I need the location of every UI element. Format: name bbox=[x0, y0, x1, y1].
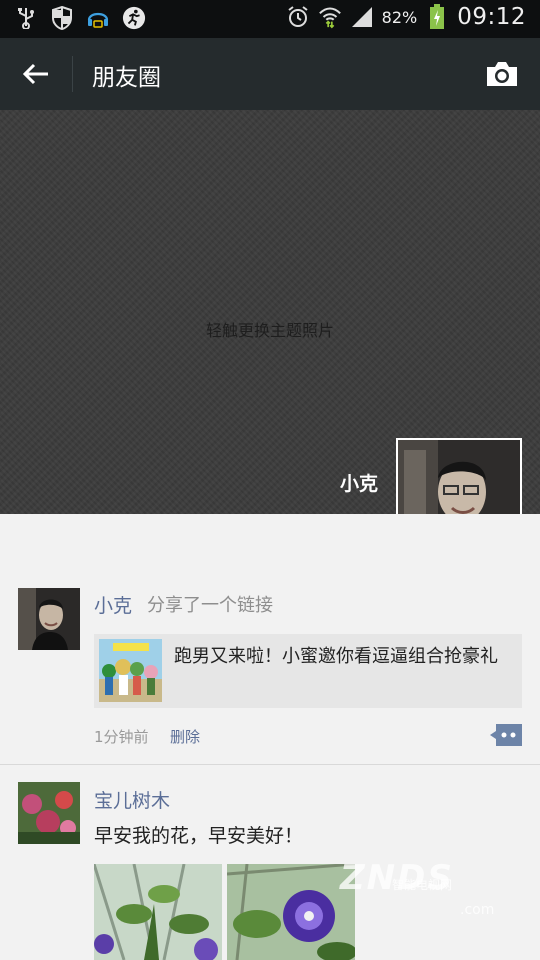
avatar-photo bbox=[18, 588, 80, 650]
battery-icon bbox=[425, 4, 449, 29]
headset-icon bbox=[86, 6, 110, 30]
status-bar: 82% 09:12 bbox=[0, 0, 540, 38]
shield-icon bbox=[50, 6, 74, 30]
moments-feed: 小克 分享了一个链接 跑男又来啦！小蜜邀你看逗逼组合抢豪礼 1分钟前 删除 宝儿… bbox=[0, 514, 540, 960]
link-thumbnail bbox=[99, 639, 162, 702]
post-divider bbox=[0, 764, 540, 765]
camera-button[interactable] bbox=[482, 54, 522, 94]
status-bar-left bbox=[14, 6, 146, 30]
link-title: 跑男又来啦！小蜜邀你看逗逼组合抢豪礼 bbox=[174, 646, 498, 667]
title-divider bbox=[72, 56, 73, 92]
arrow-left-icon bbox=[22, 63, 48, 85]
watermark-domain: .com bbox=[460, 902, 495, 918]
avatar-photo bbox=[18, 782, 80, 844]
comment-dots-icon bbox=[490, 724, 522, 746]
runner-icon bbox=[122, 6, 146, 30]
status-bar-right: 82% 09:12 bbox=[286, 4, 526, 30]
comment-button[interactable] bbox=[490, 724, 522, 746]
post-author[interactable]: 小克 bbox=[94, 591, 132, 618]
title-bar: 朋友圈 bbox=[0, 38, 540, 110]
cover-hint: 轻触更换主题照片 bbox=[205, 321, 334, 340]
alarm-icon bbox=[286, 5, 310, 29]
post-photo[interactable] bbox=[227, 864, 355, 960]
back-button[interactable] bbox=[14, 52, 58, 96]
post-text: 早安我的花，早安美好！ bbox=[94, 825, 304, 847]
profile-name[interactable]: 小克 bbox=[340, 469, 378, 496]
post-avatar[interactable] bbox=[18, 782, 80, 844]
post-avatar[interactable] bbox=[18, 588, 80, 650]
usb-icon bbox=[14, 6, 38, 30]
clock: 09:12 bbox=[457, 4, 526, 30]
post-action-text: 分享了一个链接 bbox=[147, 595, 273, 616]
camera-icon bbox=[487, 62, 517, 86]
page-title: 朋友圈 bbox=[92, 65, 161, 91]
signal-icon bbox=[350, 5, 374, 29]
post-author[interactable]: 宝儿树木 bbox=[94, 786, 170, 813]
post-time: 1分钟前 bbox=[94, 728, 149, 746]
post-photo[interactable] bbox=[94, 864, 222, 960]
battery-percent: 82% bbox=[381, 7, 418, 27]
shared-link-card[interactable]: 跑男又来啦！小蜜邀你看逗逼组合抢豪礼 bbox=[94, 634, 522, 708]
watermark-text: 智能电视网 bbox=[392, 878, 453, 892]
wifi-icon bbox=[318, 5, 342, 29]
delete-button[interactable]: 删除 bbox=[170, 726, 200, 747]
